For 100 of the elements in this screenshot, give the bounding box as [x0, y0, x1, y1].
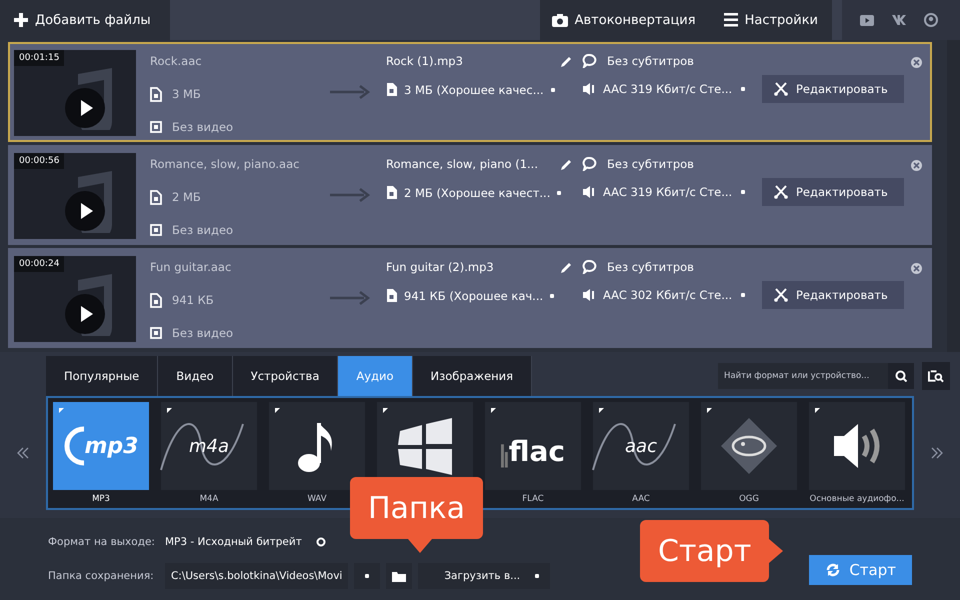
format-logo: m4a [188, 436, 230, 456]
file-icon [150, 292, 162, 308]
format-tile[interactable]: aac [593, 402, 689, 490]
file-row[interactable]: 00:00:56 Romance, slow, piano.aac 2 МБ Без видео Romance, slow, piano (1... 2 МБ (Хорошее качест... Без субтитров AAC 319 Кбит/с Сте... Редактировать [8, 145, 932, 245]
audio-track-dropdown[interactable]: AAC 319 Кбит/с Сте... [603, 82, 732, 96]
subtitles-dropdown[interactable]: Без субтитров [607, 54, 694, 68]
speech-bubble-icon [582, 157, 597, 171]
speech-bubble-icon [582, 54, 597, 68]
refresh-icon [825, 562, 842, 578]
menu-icon [724, 13, 738, 27]
scroll-right-icon[interactable] [930, 447, 944, 459]
format-search-field[interactable]: Найти формат или устройство... [718, 363, 888, 389]
device-search-icon [928, 368, 944, 384]
format-tab[interactable]: Популярные [46, 356, 158, 396]
device-search-button[interactable] [922, 362, 950, 390]
arrow-icon [330, 291, 370, 305]
remove-icon[interactable] [910, 262, 923, 275]
format-tile[interactable] [809, 402, 905, 490]
output-file-name[interactable]: Rock (1).mp3 [386, 54, 463, 68]
format-logo: flac [508, 435, 565, 468]
speaker-icon [582, 185, 595, 199]
format-name: MP3 [92, 494, 110, 504]
audio-track-dropdown[interactable]: AAC 319 Кбит/с Сте... [603, 185, 732, 199]
format-name: AAC [632, 494, 650, 504]
output-file-name[interactable]: Fun guitar (2).mp3 [386, 260, 494, 274]
folder-dropdown-button[interactable] [354, 563, 380, 589]
arrow-icon [330, 85, 370, 99]
video-track-label: Без видео [172, 223, 234, 237]
format-logo: mp3 [84, 434, 138, 458]
ring-icon [64, 425, 84, 467]
search-icon [895, 370, 907, 382]
edit-button[interactable]: Редактировать [762, 281, 904, 309]
format-name: Основные аудиофо... [810, 494, 904, 504]
file-icon [386, 288, 398, 303]
video-track-label: Без видео [172, 326, 234, 340]
speaker-icon [582, 288, 595, 302]
file-icon [386, 82, 398, 97]
pencil-icon [559, 260, 572, 274]
format-tile[interactable] [701, 402, 797, 490]
video-frame-icon [150, 121, 162, 133]
output-size-dropdown[interactable]: 2 МБ (Хорошее качест... [404, 186, 550, 200]
duration-label: 00:00:24 [14, 256, 64, 272]
speech-bubble-icon [582, 260, 597, 274]
callout-tooltip: Папка [350, 477, 484, 553]
remove-icon[interactable] [910, 159, 923, 172]
file-icon [386, 185, 398, 200]
source-size: 3 МБ [172, 87, 201, 101]
output-size-dropdown[interactable]: 941 КБ (Хорошее кач... [404, 288, 544, 302]
save-folder-field[interactable]: C:\Users\s.bolotkina\Videos\Movi [164, 563, 348, 589]
source-size: 941 КБ [172, 293, 214, 307]
format-logo: aac [625, 436, 657, 456]
format-tile[interactable]: flac [485, 402, 581, 490]
source-size: 2 МБ [172, 190, 201, 204]
video-frame-icon [150, 327, 162, 339]
add-files-button[interactable]: Добавить файлы [0, 0, 170, 40]
folder-icon [392, 570, 406, 582]
format-tab[interactable]: Изображения [412, 356, 532, 396]
windows-logo-icon [396, 417, 454, 475]
output-file-name[interactable]: Romance, slow, piano (1... [386, 157, 538, 171]
video-track-label: Без видео [172, 120, 234, 134]
source-file-name: Rock.aac [150, 54, 203, 68]
edit-button[interactable]: Редактировать [762, 178, 904, 206]
plus-icon [14, 13, 28, 27]
format-tab[interactable]: Устройства [232, 356, 338, 396]
location-icon[interactable] [924, 13, 938, 27]
edit-button[interactable]: Редактировать [762, 75, 904, 103]
subtitles-dropdown[interactable]: Без субтитров [607, 157, 694, 171]
pencil-icon [559, 54, 572, 68]
save-folder-label: Папка сохранения: [48, 570, 155, 582]
file-icon [150, 190, 162, 204]
output-size-dropdown[interactable]: 3 МБ (Хорошее качес... [404, 82, 544, 96]
audio-track-dropdown[interactable]: AAC 302 Кбит/с Сте... [603, 288, 732, 302]
vk-icon[interactable] [892, 13, 906, 27]
file-row[interactable]: 00:01:15 Rock.aac 3 МБ Без видео Rock (1).mp3 3 МБ (Хорошее качес... Без субтитров AAC 319 Кбит/с Сте... Редактировать [8, 42, 932, 142]
browse-folder-button[interactable] [386, 563, 412, 589]
arrow-icon [330, 188, 370, 202]
pencil-icon [559, 158, 572, 170]
file-icon [150, 86, 162, 102]
format-tab[interactable]: Видео [158, 356, 233, 396]
remove-icon[interactable] [910, 56, 923, 69]
scissors-icon [774, 185, 788, 199]
output-format-value: MP3 - Исходный битрейт [164, 536, 302, 548]
video-play-icon[interactable] [860, 14, 874, 26]
format-tile[interactable]: m4a [161, 402, 257, 490]
subtitles-dropdown[interactable]: Без субтитров [607, 260, 694, 274]
scissors-icon [774, 82, 788, 96]
camera-icon [552, 13, 568, 27]
scroll-left-icon[interactable] [16, 447, 30, 459]
upload-dropdown[interactable]: Загрузить в... [418, 563, 550, 589]
search-button[interactable] [888, 363, 914, 389]
speaker-icon [582, 82, 595, 96]
fish-diamond-icon [719, 416, 779, 476]
source-file-name: Fun guitar.aac [150, 260, 232, 274]
scissors-icon [774, 288, 788, 302]
format-name: M4A [200, 494, 218, 504]
format-name: FLAC [522, 494, 544, 504]
video-frame-icon [150, 224, 162, 236]
file-row[interactable]: 00:00:24 Fun guitar.aac 941 КБ Без видео Fun guitar (2).mp3 941 КБ (Хорошее кач... Без субтитров AAC 302 Кбит/с Сте... Редактировать [8, 248, 932, 348]
output-format-label: Формат на выходе: [48, 536, 155, 548]
format-tile[interactable] [269, 402, 365, 490]
